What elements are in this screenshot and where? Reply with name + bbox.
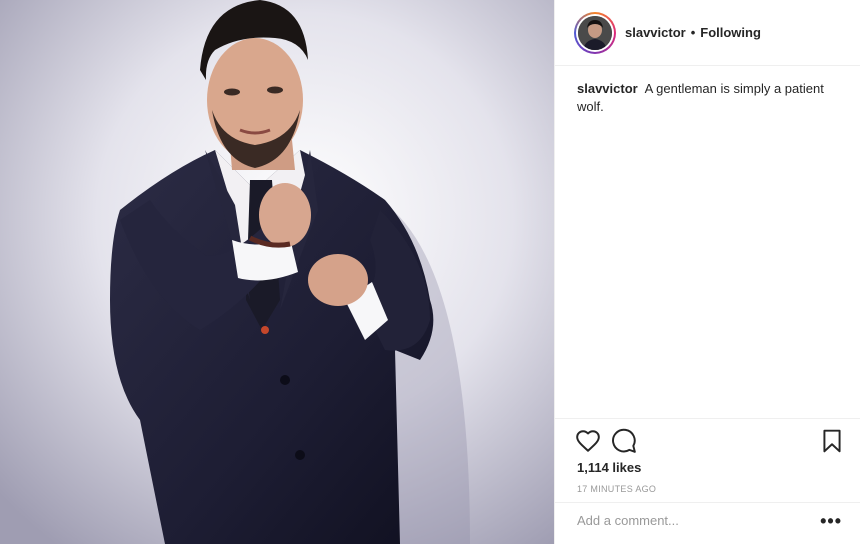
separator-dot: • (690, 25, 696, 40)
comment-input[interactable] (577, 513, 797, 528)
comment-icon[interactable] (611, 428, 637, 454)
post-caption: slavvictor A gentleman is simply a patie… (577, 80, 827, 116)
header-text: slavvictor • Following (625, 25, 761, 40)
avatar-image (578, 15, 612, 50)
likes-count[interactable]: 1,114 likes (577, 460, 641, 475)
man-in-suit-image (0, 0, 554, 544)
post-sidebar: slavvictor • Following slavvictor A gent… (554, 0, 860, 544)
action-bar (555, 418, 860, 463)
avatar[interactable] (578, 15, 612, 50)
avatar-frame (576, 13, 614, 52)
story-ring[interactable] (574, 11, 616, 54)
bookmark-icon[interactable] (819, 428, 845, 454)
post-header: slavvictor • Following (555, 0, 860, 66)
heart-icon[interactable] (575, 428, 601, 454)
following-button[interactable]: Following (700, 25, 761, 40)
post-photo[interactable] (0, 0, 554, 544)
caption-username-link[interactable]: slavvictor (577, 81, 638, 96)
post-timestamp[interactable]: 17 MINUTES AGO (577, 484, 656, 494)
comment-bar: ••• (555, 502, 860, 544)
username-link[interactable]: slavvictor (625, 25, 686, 40)
more-options-icon[interactable]: ••• (820, 511, 842, 532)
instagram-post: slavvictor • Following slavvictor A gent… (0, 0, 860, 544)
